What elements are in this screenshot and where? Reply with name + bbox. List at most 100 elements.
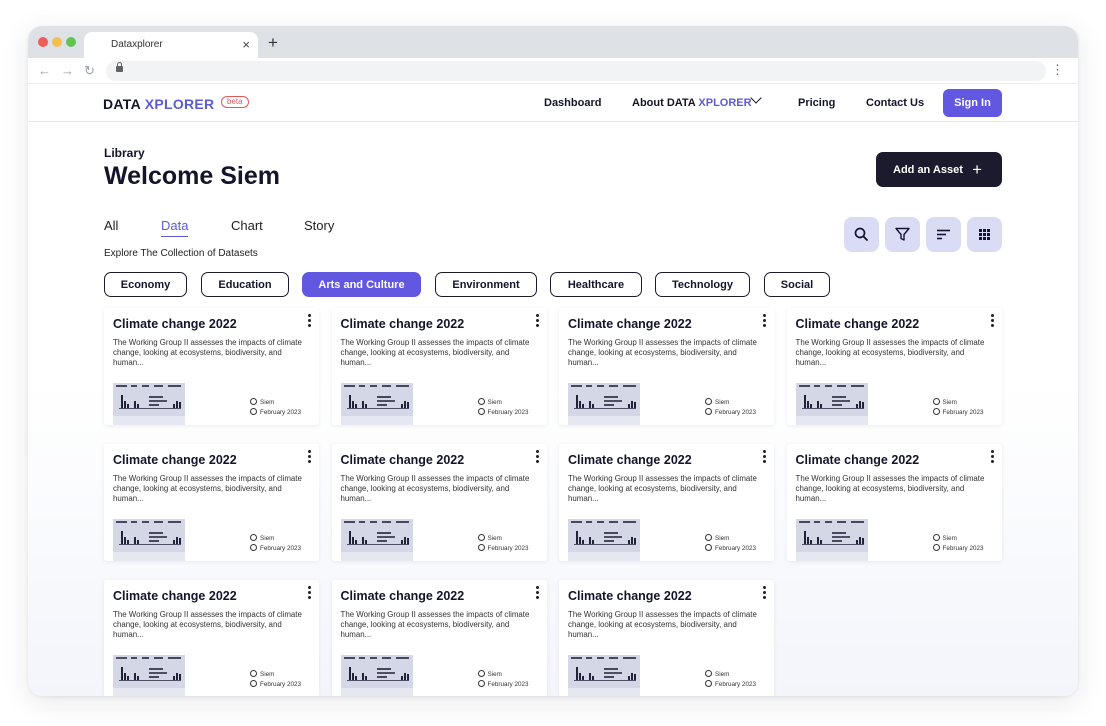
more-options-icon[interactable] bbox=[535, 586, 539, 600]
reload-icon[interactable]: ↻ bbox=[84, 63, 95, 79]
card-date: February 2023 bbox=[932, 544, 983, 552]
dataset-card[interactable]: Climate change 2022 The Working Group II … bbox=[786, 308, 1002, 425]
user-icon bbox=[932, 398, 940, 405]
card-date: February 2023 bbox=[705, 680, 756, 688]
chart-thumbnail-icon bbox=[568, 519, 640, 552]
chevron-down-icon[interactable] bbox=[750, 92, 762, 104]
card-description: The Working Group II assesses the impact… bbox=[113, 338, 302, 367]
filter-button[interactable] bbox=[885, 217, 920, 252]
chart-thumbnail-icon bbox=[113, 383, 185, 416]
logo-text: DATA bbox=[103, 96, 145, 112]
dataset-card[interactable]: Climate change 2022 The Working Group II … bbox=[559, 308, 774, 425]
dataset-card[interactable]: Climate change 2022 The Working Group II … bbox=[331, 308, 547, 425]
card-author: Siem bbox=[932, 534, 957, 542]
add-asset-button[interactable]: Add an Asset + bbox=[876, 152, 1002, 187]
card-thumbnail bbox=[113, 383, 185, 425]
tab-data[interactable]: Data bbox=[161, 218, 189, 237]
new-tab-icon[interactable]: + bbox=[268, 33, 278, 53]
sort-button[interactable] bbox=[926, 217, 961, 252]
nav-about[interactable]: About DATA XPLORER bbox=[632, 97, 752, 109]
clock-icon bbox=[705, 544, 712, 551]
tab-close-icon[interactable]: × bbox=[242, 37, 250, 52]
user-icon bbox=[477, 534, 485, 541]
card-description: The Working Group II assesses the impact… bbox=[113, 474, 302, 503]
sign-in-button[interactable]: Sign In bbox=[943, 89, 1002, 117]
card-description: The Working Group II assesses the impact… bbox=[568, 474, 757, 503]
category-technology[interactable]: Technology bbox=[655, 272, 750, 297]
more-options-icon[interactable] bbox=[535, 314, 539, 328]
tab-all[interactable]: All bbox=[104, 218, 118, 233]
card-description: The Working Group II assesses the impact… bbox=[340, 338, 530, 367]
dataset-card[interactable]: Climate change 2022 The Working Group II … bbox=[331, 444, 547, 561]
logo[interactable]: DATA XPLORER bbox=[103, 96, 214, 112]
card-title: Climate change 2022 bbox=[340, 317, 465, 331]
browser-tab[interactable]: Dataxplorer × bbox=[84, 32, 258, 58]
nav-pricing[interactable]: Pricing bbox=[798, 97, 835, 109]
browser-tab-title: Dataxplorer bbox=[111, 39, 163, 50]
dataset-card[interactable]: Climate change 2022 The Working Group II … bbox=[559, 580, 774, 696]
url-field[interactable] bbox=[106, 61, 1046, 81]
chart-thumbnail-icon bbox=[113, 655, 185, 688]
category-healthcare[interactable]: Healthcare bbox=[550, 272, 642, 297]
card-date-text: February 2023 bbox=[487, 409, 529, 416]
user-icon bbox=[705, 398, 712, 405]
clock-icon bbox=[705, 408, 712, 415]
browser-menu-icon[interactable]: ⋮ bbox=[1051, 62, 1064, 78]
dataset-card[interactable]: Climate change 2022 The Working Group II … bbox=[104, 444, 319, 561]
card-author: Siem bbox=[705, 534, 729, 542]
maximize-window-dot[interactable] bbox=[66, 37, 76, 47]
card-author: Siem bbox=[932, 398, 957, 406]
category-social[interactable]: Social bbox=[764, 272, 830, 297]
tab-chart[interactable]: Chart bbox=[231, 218, 263, 233]
card-date-text: February 2023 bbox=[715, 409, 756, 416]
category-arts-and-culture[interactable]: Arts and Culture bbox=[302, 272, 421, 297]
browser-tabbar: Dataxplorer × + bbox=[28, 26, 1078, 58]
card-title: Climate change 2022 bbox=[795, 453, 920, 467]
sort-icon bbox=[937, 229, 950, 240]
back-arrow-icon[interactable]: ← bbox=[38, 63, 51, 78]
dataset-card[interactable]: Climate change 2022 The Working Group II … bbox=[786, 444, 1002, 561]
card-thumbnail bbox=[340, 383, 413, 425]
more-options-icon[interactable] bbox=[762, 450, 766, 464]
clock-icon bbox=[477, 544, 485, 551]
card-author: Siem bbox=[705, 398, 729, 406]
more-options-icon[interactable] bbox=[990, 450, 994, 464]
card-title: Climate change 2022 bbox=[568, 589, 692, 603]
nav-dashboard[interactable]: Dashboard bbox=[544, 97, 601, 109]
more-options-icon[interactable] bbox=[535, 450, 539, 464]
dataset-card[interactable]: Climate change 2022 The Working Group II … bbox=[104, 308, 319, 425]
more-options-icon[interactable] bbox=[307, 450, 311, 464]
card-thumbnail bbox=[340, 655, 413, 696]
card-description: The Working Group II assesses the impact… bbox=[340, 610, 530, 639]
user-icon bbox=[477, 670, 485, 677]
clock-icon bbox=[250, 408, 257, 415]
card-thumbnail bbox=[568, 519, 640, 561]
search-button[interactable] bbox=[844, 217, 879, 252]
category-economy[interactable]: Economy bbox=[104, 272, 187, 297]
category-education[interactable]: Education bbox=[201, 272, 289, 297]
more-options-icon[interactable] bbox=[307, 314, 311, 328]
more-options-icon[interactable] bbox=[762, 586, 766, 600]
card-author: Siem bbox=[705, 670, 729, 678]
tab-story[interactable]: Story bbox=[304, 218, 334, 233]
card-author: Siem bbox=[477, 670, 502, 678]
site-header: DATA XPLORER beta Dashboard About DATA X… bbox=[28, 84, 1078, 122]
dataset-card[interactable]: Climate change 2022 The Working Group II … bbox=[331, 580, 547, 696]
dataset-card[interactable]: Climate change 2022 The Working Group II … bbox=[559, 444, 774, 561]
clock-icon bbox=[250, 680, 257, 687]
grid-view-button[interactable] bbox=[967, 217, 1002, 252]
user-icon bbox=[250, 534, 257, 541]
card-date-text: February 2023 bbox=[942, 409, 984, 416]
more-options-icon[interactable] bbox=[307, 586, 311, 600]
close-window-dot[interactable] bbox=[38, 37, 48, 47]
card-author-name: Siem bbox=[487, 399, 502, 406]
forward-arrow-icon[interactable]: → bbox=[61, 63, 74, 78]
category-environment[interactable]: Environment bbox=[435, 272, 537, 297]
card-author-name: Siem bbox=[715, 671, 730, 678]
card-title: Climate change 2022 bbox=[113, 317, 237, 331]
more-options-icon[interactable] bbox=[990, 314, 994, 328]
more-options-icon[interactable] bbox=[762, 314, 766, 328]
minimize-window-dot[interactable] bbox=[52, 37, 62, 47]
dataset-card[interactable]: Climate change 2022 The Working Group II … bbox=[104, 580, 319, 696]
nav-contact[interactable]: Contact Us bbox=[866, 97, 924, 109]
